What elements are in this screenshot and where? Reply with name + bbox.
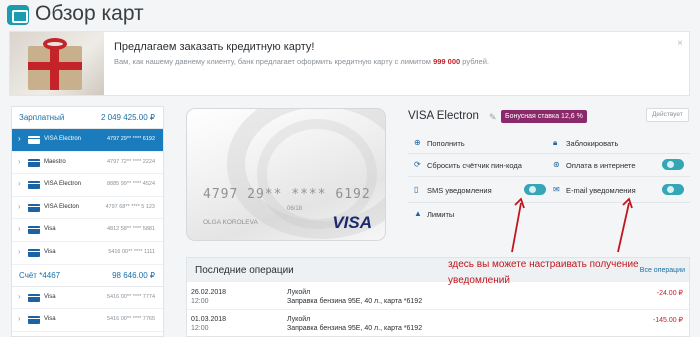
operations-title: Последние операции — [195, 265, 294, 276]
operation-merchant: Лукойл — [287, 289, 311, 296]
card-list-item[interactable]: › VISA Electron 8885 99** **** 4524 — [12, 174, 163, 197]
block-action[interactable]: Заблокировать — [566, 139, 618, 148]
email-toggle[interactable] — [662, 184, 684, 195]
email-label: E-mail уведомления — [566, 186, 636, 195]
account-sum: 98 646.00 ₽ — [112, 270, 155, 280]
card-icon — [28, 203, 40, 212]
card-icon — [28, 181, 40, 190]
banner-limit: 999 000 — [433, 57, 461, 66]
operation-date: 01.03.2018 — [191, 316, 227, 323]
operation-row[interactable]: 01.03.2018 12:00 Лукойл Заправка бензина… — [187, 311, 689, 336]
gift-image — [10, 32, 104, 95]
card-name: VISA Electron — [44, 181, 82, 188]
card-icon — [28, 293, 40, 302]
card-number: 5416 00** **** 1111 — [108, 248, 155, 255]
chevron-right-icon: › — [18, 179, 21, 189]
account-name: Зарплатный — [19, 113, 65, 122]
card-name: VISA Electon — [44, 203, 80, 210]
phone-icon: ▯ — [414, 185, 419, 194]
chevron-right-icon: › — [18, 201, 21, 211]
card-name: VISA Electron — [44, 136, 82, 142]
card-number: 4797 68** **** 5 123 — [105, 203, 155, 210]
card-number: 4812 58** **** 5881 — [106, 226, 155, 233]
card-list-item[interactable]: › Visa 5416 00** **** 1111 — [12, 242, 163, 265]
sms-label: SMS уведомления — [427, 186, 492, 195]
visa-logo: VISA — [332, 213, 372, 232]
card-name: Visa — [44, 316, 56, 323]
card-name: Visa — [44, 293, 56, 300]
card-name: Visa — [44, 226, 56, 233]
card-icon — [7, 5, 29, 25]
reset-pin-action[interactable]: Сбросить счётчик пин-кода — [427, 161, 522, 170]
banner-text-after: рублей. — [462, 57, 489, 66]
limits-action[interactable]: Лимиты — [427, 210, 454, 219]
chevron-right-icon: › — [18, 314, 21, 324]
card-list-item[interactable]: › Visa 5416 00** **** 7765 — [12, 309, 163, 332]
envelope-icon: ✉ — [553, 185, 560, 194]
operation-time: 12:00 — [191, 325, 209, 332]
topup-action[interactable]: Пополнить — [427, 139, 465, 148]
card-image-holder: OLGA KOROLEVA — [203, 219, 258, 226]
refresh-icon: ⟳ — [414, 160, 421, 169]
card-image: 4797 29** **** 6192 06/18 OLGA KOROLEVA … — [186, 108, 386, 241]
chevron-right-icon: › — [18, 134, 21, 143]
card-list-item[interactable]: › Visa 5416 00** **** 7774 — [12, 287, 163, 310]
warning-icon: ▲ — [414, 209, 422, 218]
chevron-right-icon: › — [18, 156, 21, 166]
card-number: 4797 72** **** 2224 — [106, 158, 155, 165]
card-name: Visa — [44, 248, 56, 255]
online-pay-label: Оплата в интернете — [566, 161, 636, 170]
card-list-item[interactable]: › Maestro 4797 72** **** 2224 — [12, 152, 163, 175]
card-list-item[interactable]: › VISA Electon 4797 68** **** 5 123 — [12, 197, 163, 220]
chevron-right-icon: › — [18, 246, 21, 256]
edit-icon[interactable]: ✎ — [489, 112, 497, 123]
chevron-right-icon: › — [18, 291, 21, 301]
card-icon — [28, 248, 40, 257]
bonus-badge: Бонусная ставка 12,6 % — [501, 110, 587, 123]
operation-merchant: Лукойл — [287, 316, 311, 323]
banner-title: Предлагаем заказать кредитную карту! — [114, 41, 315, 53]
card-list-item[interactable]: › Visa 4812 58** **** 5881 — [12, 219, 163, 242]
annotation-arrow-sms — [511, 202, 522, 253]
banner-text: Вам, как нашему давнему клиенту, банк пр… — [114, 57, 489, 66]
account-row[interactable]: Счёт *4467 98 646.00 ₽ — [12, 265, 163, 287]
card-number: 4797 29** **** 6192 — [106, 136, 155, 142]
banner-text-before: Вам, как нашему давнему клиенту, банк пр… — [114, 57, 431, 66]
status-badge: Действует — [646, 108, 689, 122]
card-icon — [28, 158, 40, 167]
card-number: 5416 00** **** 7765 — [106, 316, 155, 323]
operation-amount: -145.00 ₽ — [652, 317, 683, 324]
account-row[interactable]: Зарплатный 2 049 425.00 ₽ — [12, 107, 163, 129]
operation-date: 26.02.2018 — [191, 289, 227, 296]
close-icon[interactable]: × — [677, 38, 683, 49]
card-name: Maestro — [44, 158, 66, 165]
account-sum: 2 049 425.00 ₽ — [100, 113, 155, 122]
operation-amount: -24.00 ₽ — [656, 290, 683, 297]
card-number: 8885 99** **** 4524 — [106, 181, 155, 188]
card-image-expiry: 06/18 — [287, 206, 303, 212]
card-icon — [28, 226, 40, 235]
globe-icon: ⊛ — [553, 160, 560, 169]
lock-icon: 🔒︎ — [553, 138, 558, 147]
plus-circle-icon: ⊕ — [414, 138, 421, 147]
annotation-arrow-email — [617, 202, 630, 253]
chevron-right-icon: › — [18, 224, 21, 234]
sms-toggle[interactable] — [524, 184, 546, 195]
account-name: Счёт *4467 — [19, 270, 61, 280]
card-icon — [28, 316, 40, 325]
card-list-item[interactable]: › VISA Electron 4797 29** **** 6192 — [12, 129, 163, 152]
page-title: Обзор карт — [35, 2, 144, 25]
credit-card-offer-banner[interactable]: Предлагаем заказать кредитную карту! Вам… — [9, 31, 690, 96]
operation-description: Заправка бензина 95Е, 40 л., карта *6192 — [287, 298, 423, 305]
accounts-sidebar: Зарплатный 2 049 425.00 ₽ › VISA Electro… — [11, 106, 164, 337]
card-title: VISA Electron — [408, 110, 479, 122]
card-number: 5416 00** **** 7774 — [106, 293, 155, 300]
card-icon — [28, 136, 40, 144]
online-pay-toggle[interactable] — [662, 159, 684, 170]
operation-description: Заправка бензина 95Е, 40 л., карта *6192 — [287, 325, 423, 332]
annotation-text: здесь вы можете настраивать получение ув… — [448, 259, 639, 286]
card-image-number: 4797 29** **** 6192 — [203, 187, 371, 202]
operation-time: 12:00 — [191, 298, 209, 305]
